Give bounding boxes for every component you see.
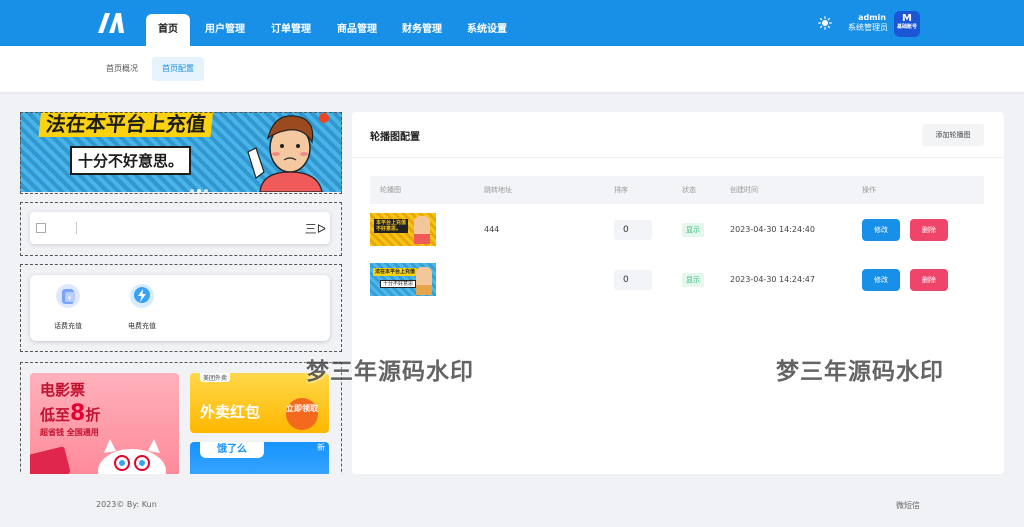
menu-icon[interactable]: 三ᐅ — [305, 220, 326, 237]
col-banner: 轮播图 — [380, 186, 401, 194]
broken-image-icon — [36, 223, 46, 233]
tool-card: ¥ 话费充值 电费充值 — [30, 275, 330, 341]
tool-electricity-recharge[interactable]: 电费充值 — [112, 283, 172, 331]
delete-button[interactable]: 删除 — [910, 219, 948, 241]
nav-item-settings[interactable]: 系统设置 — [460, 14, 514, 46]
tool-label: 电费充值 — [128, 322, 156, 330]
ad-movie-ticket[interactable]: 电影票 低至8折 超省钱 全国通用 — [30, 373, 179, 474]
row-link: 444 — [484, 225, 500, 234]
footer-copyright: 2023© By: Kun — [96, 500, 157, 509]
ad-movie-tagline: 超省钱 全国通用 — [40, 428, 99, 437]
row-sort-input[interactable]: 0 — [614, 270, 652, 290]
status-badge: 显示 — [682, 223, 704, 237]
col-status: 状态 — [682, 186, 696, 194]
ad-food-title: 外卖红包 — [200, 403, 261, 421]
col-created-time: 创建时间 — [730, 186, 758, 194]
home-preview: 法在本平台上充值 十分不好意思。 三ᐅ ¥ 话费充值 电费充值 电影票 低至8折… — [20, 112, 342, 474]
delete-button[interactable]: 删除 — [910, 269, 948, 291]
tab-home-config[interactable]: 首页配置 — [152, 57, 204, 81]
watermark-right: 梦三年源码水印 — [776, 359, 944, 385]
row-created-time: 2023-04-30 14:24:47 — [730, 275, 815, 284]
tab-home-overview[interactable]: 首页概况 — [98, 57, 146, 81]
ad-movie-discount: 低至8折 — [40, 401, 100, 426]
ad-food-claim-button[interactable]: 立即领取 — [286, 398, 318, 430]
ad-ele-me[interactable]: 饿了么 新 — [190, 442, 329, 474]
nav-item-finance[interactable]: 财务管理 — [395, 14, 449, 46]
ad-ele-badge: 新 — [317, 443, 325, 452]
col-link: 跳转地址 — [484, 186, 512, 194]
ad-movie-discount-prefix: 低至 — [40, 406, 71, 424]
nav-item-orders[interactable]: 订单管理 — [264, 14, 318, 46]
nav-item-home[interactable]: 首页 — [146, 14, 190, 46]
sub-navbar: 首页概况 首页配置 — [0, 46, 1024, 92]
col-actions: 操作 — [862, 186, 876, 194]
avatar-sub-text: 基础账号 — [896, 24, 917, 30]
table-row: 本平台上充值 不好意思。 444 0 显示 2023-04-30 14:24:40… — [370, 206, 984, 256]
sun-icon[interactable] — [818, 16, 832, 30]
top-navbar: 首页 用户管理 订单管理 商品管理 财务管理 系统设置 admin 系统管理员 … — [0, 0, 1024, 46]
add-banner-button[interactable]: 添加轮播图 — [922, 124, 984, 146]
search-bar[interactable]: 三ᐅ — [30, 212, 330, 244]
banner-thumbnail[interactable]: 本平台上充值 不好意思。 — [370, 213, 436, 246]
table-header: 轮播图 跳转地址 排序 状态 创建时间 操作 — [370, 176, 984, 204]
watermark-left: 梦三年源码水印 — [306, 359, 474, 385]
banner-config-panel: 轮播图配置 添加轮播图 轮播图 跳转地址 排序 状态 创建时间 操作 本平台上充… — [352, 112, 1004, 474]
ad-ele-logo: 饿了么 — [200, 442, 264, 458]
nav-item-products[interactable]: 商品管理 — [330, 14, 384, 46]
ad-movie-discount-suffix: 折 — [85, 406, 101, 424]
footer-link[interactable]: 微短信 — [896, 500, 920, 511]
cat-mascot-icon — [98, 439, 166, 474]
col-sort: 排序 — [614, 186, 628, 194]
tool-label: 话费充值 — [54, 322, 82, 330]
avatar[interactable]: M 基础账号 — [894, 11, 920, 37]
status-badge: 显示 — [682, 273, 704, 287]
tool-phone-recharge[interactable]: ¥ 话费充值 — [38, 283, 98, 331]
user-name[interactable]: admin — [846, 13, 886, 22]
row-sort-input[interactable]: 0 — [614, 220, 652, 240]
ticket-shape — [30, 446, 71, 474]
brand-logo-icon[interactable] — [96, 11, 126, 35]
user-role: 系统管理员 — [848, 23, 888, 32]
banner-thumbnail[interactable]: 法在本平台上充值 十分不好意思 — [370, 263, 436, 296]
row-created-time: 2023-04-30 14:24:40 — [730, 225, 815, 234]
banner-dashed-frame — [20, 112, 342, 194]
search-divider — [76, 222, 77, 234]
electricity-recharge-icon — [130, 284, 154, 308]
nav-item-users[interactable]: 用户管理 — [198, 14, 252, 46]
ad-movie-discount-number: 8 — [70, 401, 86, 426]
ad-food-tag: 美团外卖 — [200, 373, 231, 382]
table-row: 法在本平台上充值 十分不好意思 0 显示 2023-04-30 14:24:47 … — [370, 256, 984, 306]
avatar-text: M — [902, 13, 912, 24]
panel-title: 轮播图配置 — [370, 132, 420, 143]
phone-recharge-icon: ¥ — [56, 284, 80, 308]
panel-divider — [352, 157, 1004, 158]
edit-button[interactable]: 修改 — [862, 219, 900, 241]
svg-text:¥: ¥ — [68, 295, 72, 302]
ad-movie-title: 电影票 — [40, 381, 86, 399]
edit-button[interactable]: 修改 — [862, 269, 900, 291]
